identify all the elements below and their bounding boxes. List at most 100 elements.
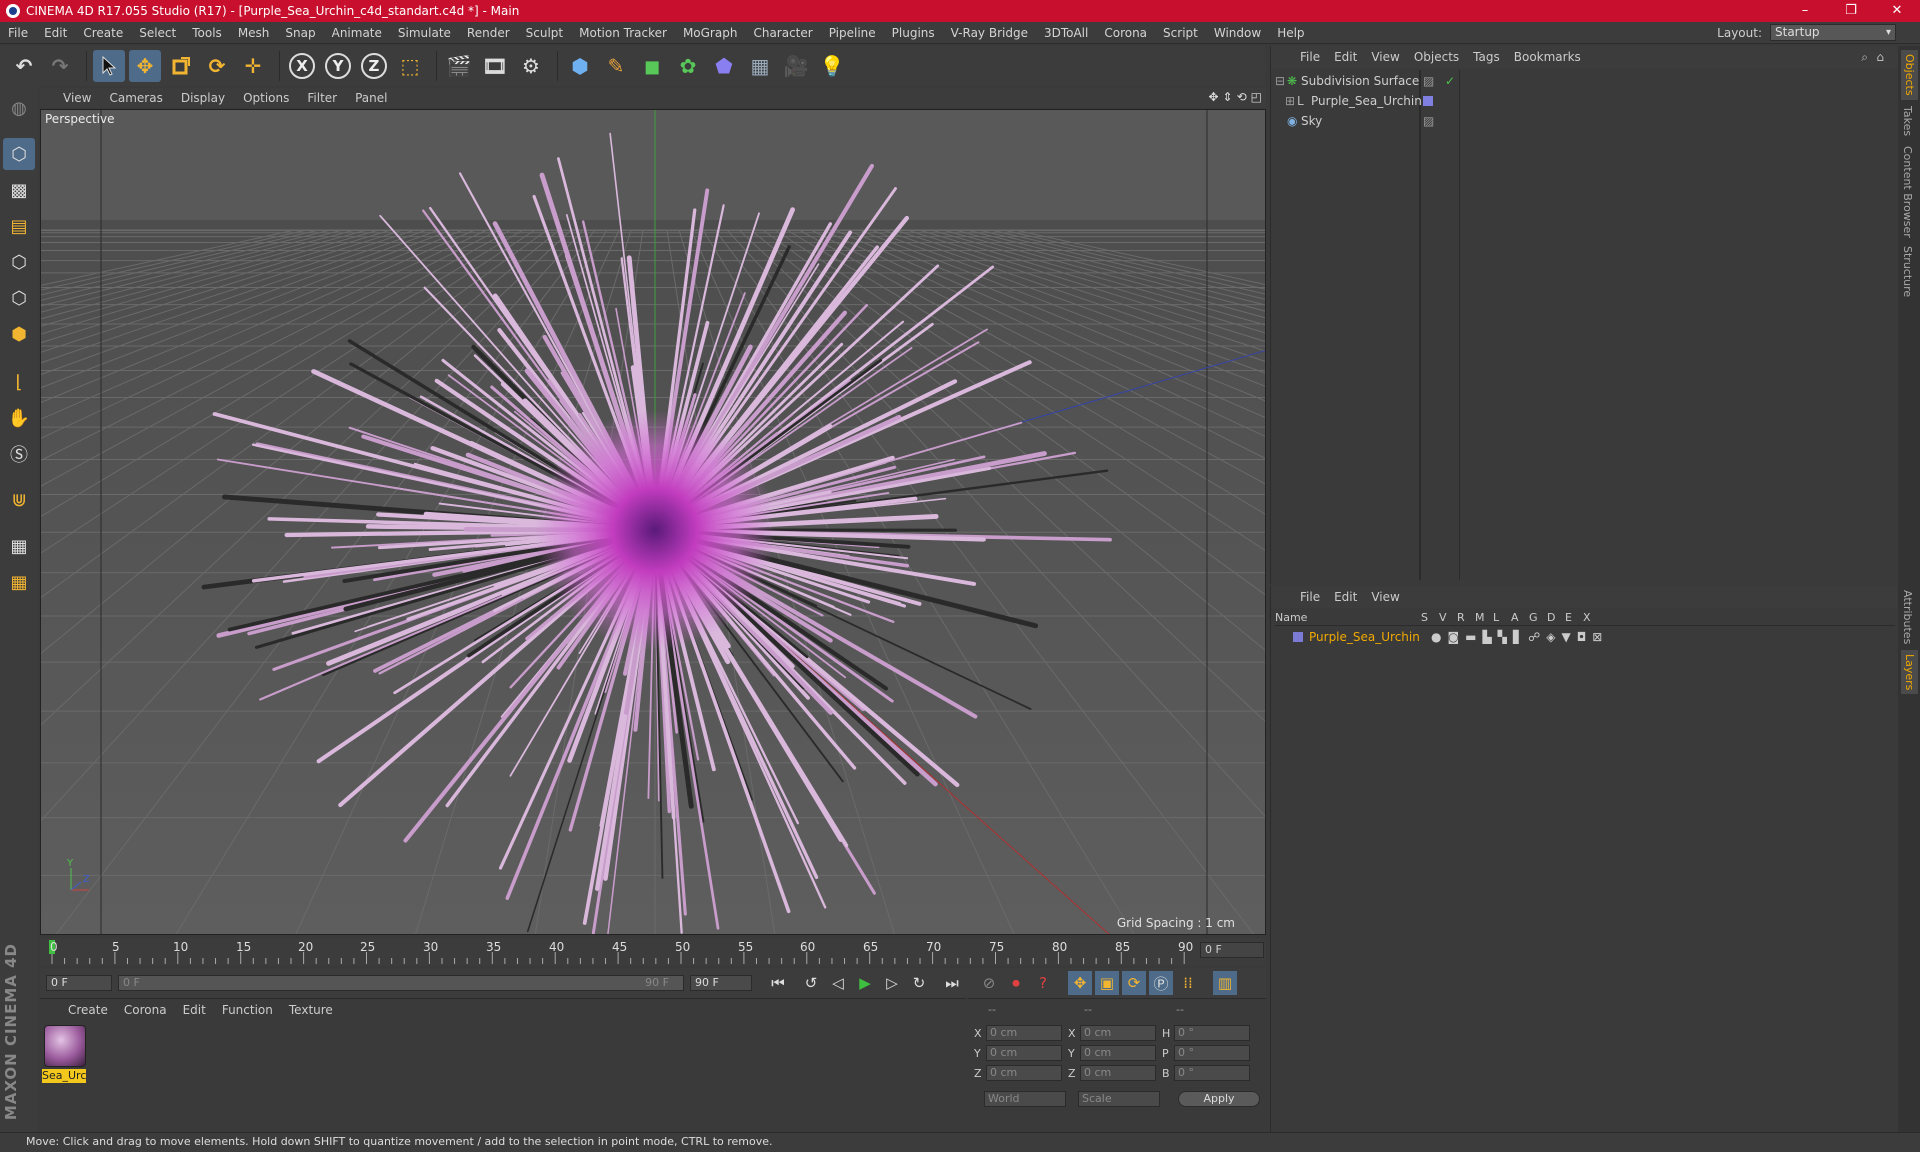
subdivision-generator-icon[interactable]: ◼ (636, 50, 668, 82)
viewport-menu-options[interactable]: Options (234, 91, 298, 105)
menu-edit[interactable]: Edit (36, 26, 75, 40)
menu-help[interactable]: Help (1269, 26, 1312, 40)
position-z-field[interactable]: 0 cm (986, 1065, 1062, 1081)
menu-mograph[interactable]: MoGraph (675, 26, 746, 40)
maximize-button[interactable]: ❐ (1828, 0, 1874, 22)
objects-menu-edit[interactable]: Edit (1327, 50, 1364, 64)
pen-spline-icon[interactable]: ✎ (600, 50, 632, 82)
size-x-field[interactable]: 0 cm (1080, 1025, 1156, 1041)
render-view-icon[interactable]: 🎬 (443, 50, 475, 82)
x-axis-lock-icon[interactable]: X (286, 50, 318, 82)
material-preview[interactable] (44, 1025, 86, 1067)
size-y-field[interactable]: 0 cm (1080, 1045, 1156, 1061)
current-frame-field[interactable]: 0 F (1200, 942, 1264, 958)
menu-character[interactable]: Character (745, 26, 820, 40)
layout-dropdown[interactable]: Startup (1770, 24, 1896, 41)
tab-content-browser[interactable]: Content Browser (1901, 146, 1914, 238)
layer-row[interactable]: Purple_Sea_Urchin ●◙▬▙▚▋☍◈▼◘⊠ (1275, 628, 1895, 646)
viewport-menu-view[interactable]: View (54, 91, 100, 105)
material-menu-corona[interactable]: Corona (116, 1003, 175, 1017)
key-position-icon[interactable]: ✥ (1068, 971, 1092, 995)
redo-icon[interactable]: ↷ (44, 50, 76, 82)
objects-menu-tags[interactable]: Tags (1466, 50, 1507, 64)
timeline-window-icon[interactable]: ▥ (1213, 971, 1237, 995)
previous-frame-icon[interactable]: ◁ (826, 971, 850, 995)
rotation-p-field[interactable]: 0 ° (1174, 1045, 1250, 1061)
model-mode-icon[interactable]: ⬡ (3, 138, 35, 170)
menu-create[interactable]: Create (75, 26, 131, 40)
select-arrow-icon[interactable] (93, 50, 125, 82)
menu-3dtoall[interactable]: 3DToAll (1036, 26, 1096, 40)
rotation-b-field[interactable]: 0 ° (1174, 1065, 1250, 1081)
home-icon[interactable]: ⌂ (1876, 50, 1884, 64)
menu-animate[interactable]: Animate (324, 26, 390, 40)
menu-tools[interactable]: Tools (184, 26, 230, 40)
menu-vray-bridge[interactable]: V-Ray Bridge (943, 26, 1036, 40)
tab-structure[interactable]: Structure (1901, 246, 1914, 297)
layer-toggle-icon[interactable]: ▨ (1423, 114, 1434, 128)
enabled-check-icon[interactable]: ✓ (1445, 74, 1455, 88)
next-frame-icon[interactable]: ▷ (880, 971, 904, 995)
layer-name[interactable]: Purple_Sea_Urchin (1309, 630, 1421, 644)
key-parameter-icon[interactable]: Ⓟ (1149, 971, 1173, 995)
objects-menu-view[interactable]: View (1364, 50, 1406, 64)
layers-menu-view[interactable]: View (1364, 590, 1406, 604)
viewport-menu-filter[interactable]: Filter (298, 91, 346, 105)
viewport-menu-panel[interactable]: Panel (346, 91, 396, 105)
go-to-end-icon[interactable]: ⏭ (940, 971, 964, 995)
tab-attributes[interactable]: Attributes (1901, 590, 1914, 644)
coordinate-system-icon[interactable]: ⬚ (394, 50, 426, 82)
menu-pipeline[interactable]: Pipeline (821, 26, 884, 40)
move-tool-icon[interactable]: ✥ (129, 50, 161, 82)
expand-icon[interactable]: ⊞ (1285, 94, 1297, 108)
position-y-field[interactable]: 0 cm (986, 1045, 1062, 1061)
key-rotation-icon[interactable]: ⟳ (1122, 971, 1146, 995)
search-icon[interactable]: ⌕ (1861, 50, 1868, 65)
frame-range-slider[interactable]: 0 F 90 F (118, 975, 684, 991)
key-scale-icon[interactable]: ▣ (1095, 971, 1119, 995)
viewport-rotate-icon[interactable]: ⟲ (1237, 90, 1247, 104)
object-name[interactable]: Sky (1301, 114, 1421, 128)
go-to-start-icon[interactable]: ⏮ (766, 971, 790, 995)
tab-takes[interactable]: Takes (1901, 106, 1914, 136)
floor-environment-icon[interactable]: ▦ (744, 50, 776, 82)
render-picture-viewer-icon[interactable]: 🎞 (479, 50, 511, 82)
minimize-button[interactable]: – (1782, 0, 1828, 22)
scale-mode-dropdown[interactable]: Scale (1078, 1091, 1160, 1107)
coordinate-mode-dropdown[interactable]: World (984, 1091, 1066, 1107)
menu-motion-tracker[interactable]: Motion Tracker (571, 26, 675, 40)
cube-primitive-icon[interactable]: ⬢ (564, 50, 596, 82)
viewport-camera-label[interactable]: Perspective (45, 112, 115, 126)
layer-toggle-icon[interactable]: ▨ (1423, 74, 1434, 88)
menu-window[interactable]: Window (1206, 26, 1269, 40)
viewport-maximize-icon[interactable]: ◰ (1251, 90, 1262, 104)
start-frame-field[interactable]: 0 F (46, 975, 112, 991)
object-name[interactable]: Purple_Sea_Urchin (1311, 94, 1431, 108)
size-z-field[interactable]: 0 cm (1080, 1065, 1156, 1081)
object-name[interactable]: Subdivision Surface (1301, 74, 1421, 88)
apply-button[interactable]: Apply (1178, 1091, 1260, 1107)
scale-tool-icon[interactable] (165, 50, 197, 82)
camera-icon[interactable]: 🎥 (780, 50, 812, 82)
cloner-mograph-icon[interactable]: ✿ (672, 50, 704, 82)
perspective-viewport[interactable]: Y Z Perspective Grid Spacing : 1 cm (40, 109, 1266, 935)
menu-corona[interactable]: Corona (1096, 26, 1155, 40)
previous-key-icon[interactable]: ↺ (799, 971, 823, 995)
magnet-icon[interactable]: ⋓ (3, 484, 35, 516)
menu-snap[interactable]: Snap (277, 26, 323, 40)
render-settings-icon[interactable]: ⚙ (515, 50, 547, 82)
objects-menu-bookmarks[interactable]: Bookmarks (1507, 50, 1588, 64)
y-axis-lock-icon[interactable]: Y (322, 50, 354, 82)
menu-render[interactable]: Render (459, 26, 518, 40)
viewport-pan-icon[interactable]: ✥ (1208, 90, 1218, 104)
menu-mesh[interactable]: Mesh (230, 26, 278, 40)
polygons-mode-icon[interactable]: ⬢ (3, 318, 35, 350)
record-keys-icon[interactable]: ⊘ (977, 971, 1001, 995)
tweak-mode-icon[interactable]: ✋ (3, 402, 35, 434)
keyframe-selection-icon[interactable]: ? (1031, 971, 1055, 995)
viewport-menu-display[interactable]: Display (172, 91, 234, 105)
tab-layers[interactable]: Layers (1901, 650, 1918, 695)
object-row[interactable]: ◉ Sky ▨ (1275, 112, 1895, 130)
layer-flag-icons[interactable]: ●◙▬▙▚▋☍◈▼◘⊠ (1431, 630, 1608, 644)
layer-color-swatch[interactable] (1423, 96, 1433, 106)
